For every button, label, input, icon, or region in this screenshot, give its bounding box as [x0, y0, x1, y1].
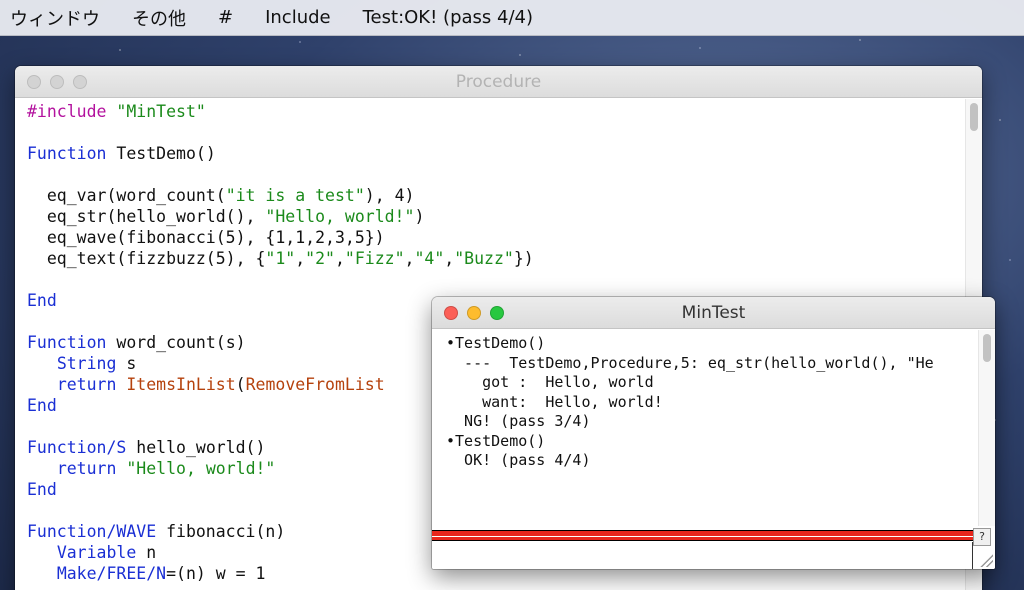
code-line[interactable]: Function TestDemo() [27, 143, 982, 164]
history-line: •TestDemo() [446, 334, 546, 352]
mintest-window: MinTest •TestDemo() --- TestDemo,Procedu… [432, 297, 995, 569]
menu-misc[interactable]: その他 [132, 5, 186, 31]
zoom-button[interactable] [490, 306, 504, 320]
close-button[interactable] [444, 306, 458, 320]
code-line[interactable] [27, 122, 982, 143]
history-scroll-thumb[interactable] [983, 334, 991, 362]
history-line: want: Hello, world! [446, 392, 663, 411]
history-scrollbar[interactable] [978, 330, 995, 526]
menu-include[interactable]: Include [265, 7, 331, 28]
procedure-scroll-thumb[interactable] [970, 103, 978, 131]
code-line[interactable]: eq_var(word_count("it is a test"), 4) [27, 185, 982, 206]
code-line[interactable]: eq_wave(fibonacci(5), {1,1,2,3,5}) [27, 227, 982, 248]
history-line: •TestDemo() [446, 431, 546, 450]
code-line[interactable]: eq_str(hello_world(), "Hello, world!") [27, 206, 982, 227]
history-output[interactable]: •TestDemo() --- TestDemo,Procedure,5: eq… [432, 329, 977, 525]
minimize-button-inactive[interactable] [50, 75, 64, 89]
history-line: got : Hello, world [446, 373, 654, 391]
help-button[interactable]: ? [973, 528, 991, 546]
minimize-button[interactable] [467, 306, 481, 320]
code-line[interactable]: #include "MinTest" [27, 101, 982, 122]
menu-test-status[interactable]: Test:OK! (pass 4/4) [363, 7, 533, 28]
code-line[interactable]: eq_text(fizzbuzz(5), {"1","2","Fizz","4"… [27, 248, 982, 269]
procedure-window-title: Procedure [455, 71, 542, 92]
history-line: OK! (pass 4/4) [446, 451, 591, 469]
zoom-button-inactive[interactable] [73, 75, 87, 89]
command-area: ? [432, 527, 995, 569]
mintest-window-title: MinTest [681, 302, 746, 323]
mintest-titlebar[interactable]: MinTest [432, 297, 995, 329]
code-line[interactable] [27, 164, 982, 185]
command-separator-bar-lower [432, 537, 973, 541]
procedure-titlebar[interactable]: Procedure [15, 66, 982, 98]
close-button-inactive[interactable] [27, 75, 41, 89]
code-line[interactable] [27, 269, 982, 290]
resize-grip-icon[interactable] [979, 553, 993, 567]
menu-hash[interactable]: # [218, 7, 233, 28]
menu-window[interactable]: ウィンドウ [10, 5, 100, 31]
history-line: --- TestDemo,Procedure,5: eq_str(hello_w… [446, 353, 934, 372]
menu-bar: ウィンドウ その他 # Include Test:OK! (pass 4/4) [0, 0, 1024, 36]
command-line-input[interactable] [432, 542, 973, 569]
history-line: NG! (pass 3/4) [446, 412, 591, 430]
command-separator-bar [432, 530, 973, 536]
